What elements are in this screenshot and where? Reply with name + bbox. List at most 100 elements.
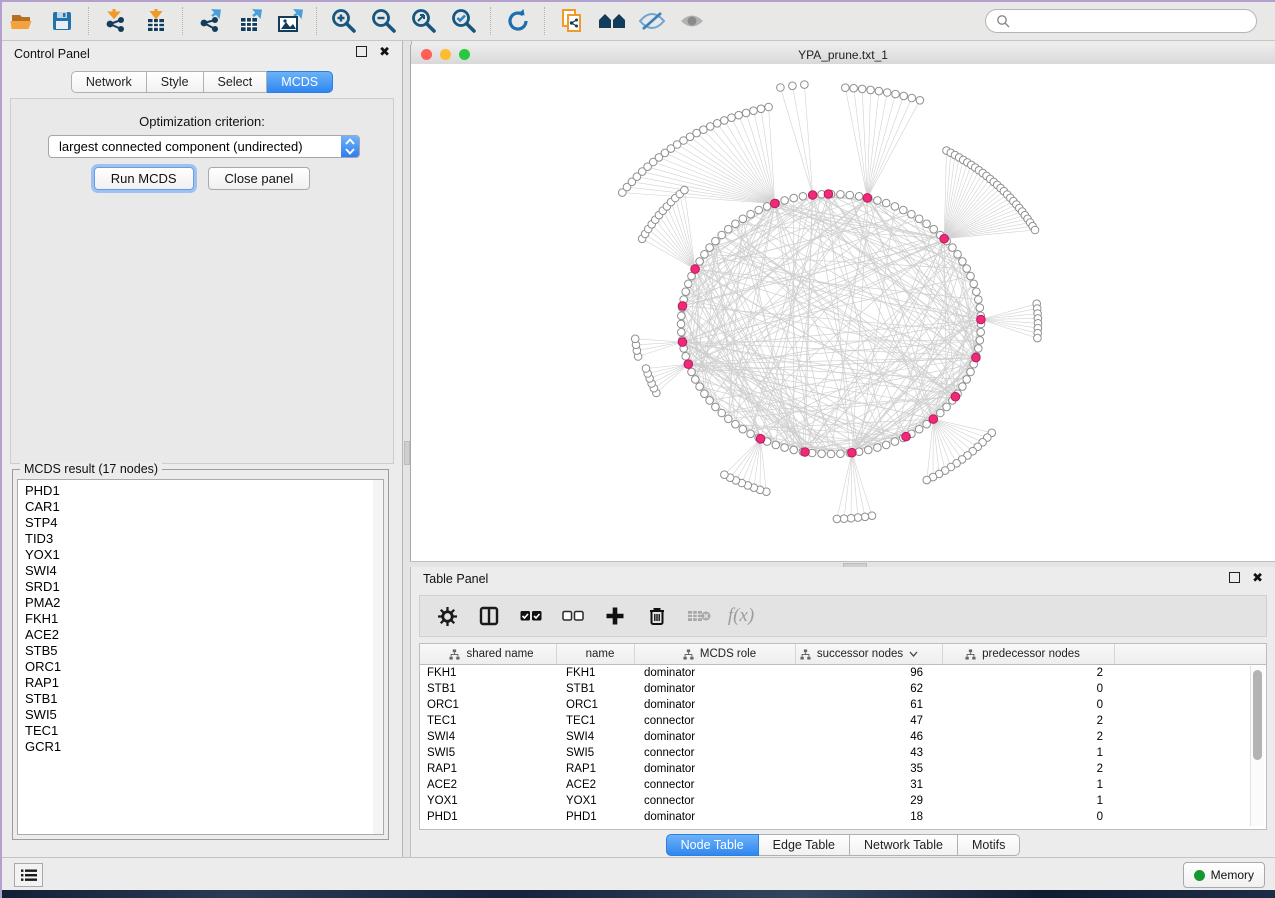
save-icon (50, 9, 74, 33)
apply-layout-button[interactable] (498, 5, 538, 37)
close-panel-icon[interactable]: ✖ (1252, 573, 1263, 582)
export-network-icon (196, 8, 224, 34)
export-table-icon (236, 8, 264, 34)
run-mcds-button[interactable]: Run MCDS (94, 167, 194, 190)
table-row[interactable]: STB1STB1dominator620 (420, 681, 1266, 697)
import-network-button[interactable] (96, 5, 136, 37)
table-cell: 46 (796, 731, 943, 743)
float-panel-icon[interactable] (1229, 572, 1240, 583)
zoom-fit-button[interactable] (404, 5, 444, 37)
table-cell: 2 (943, 715, 1115, 727)
table-cell: ACE2 (557, 779, 635, 791)
tab-select[interactable]: Select (204, 71, 268, 93)
add-column-button[interactable] (602, 601, 628, 631)
table-row[interactable]: SWI5SWI5connector431 (420, 745, 1266, 761)
export-image-button[interactable] (270, 5, 310, 37)
duplicate-network-icon (558, 7, 586, 35)
split-view-button[interactable] (476, 601, 502, 631)
zoom-in-button[interactable] (324, 5, 364, 37)
tab-mcds[interactable]: MCDS (267, 71, 333, 93)
table-tab-network-table[interactable]: Network Table (850, 834, 958, 856)
open-session-button[interactable] (2, 5, 42, 37)
show-all-button[interactable] (672, 5, 712, 37)
table-row[interactable]: SWI4SWI4dominator462 (420, 729, 1266, 745)
mcds-result-item[interactable]: STB1 (18, 691, 373, 707)
hide-selected-button[interactable] (632, 5, 672, 37)
mcds-result-item[interactable]: SWI4 (18, 563, 373, 579)
close-panel-icon[interactable]: ✖ (379, 47, 390, 56)
table-row[interactable]: ORC1ORC1dominator610 (420, 697, 1266, 713)
table-tab-motifs[interactable]: Motifs (958, 834, 1020, 856)
mcds-result-item[interactable]: PHD1 (18, 483, 373, 499)
mcds-result-item[interactable]: TID3 (18, 531, 373, 547)
table-cell: dominator (635, 667, 796, 679)
search-input[interactable] (1016, 13, 1246, 29)
column-header-MCDS-role[interactable]: MCDS role (635, 644, 796, 664)
mcds-result-item[interactable]: ORC1 (18, 659, 373, 675)
table-row[interactable]: FKH1FKH1dominator962 (420, 665, 1266, 681)
table-row[interactable]: PHD1PHD1dominator180 (420, 809, 1266, 825)
control-panel-tabs: NetworkStyleSelectMCDS (2, 71, 402, 93)
mcds-result-item[interactable]: YOX1 (18, 547, 373, 563)
column-header-predecessor-nodes[interactable]: predecessor nodes (943, 644, 1115, 664)
table-cell: FKH1 (420, 667, 557, 679)
scrollbar-thumb[interactable] (1253, 670, 1262, 760)
network-canvas[interactable] (411, 64, 1275, 561)
zoom-selected-icon (450, 7, 478, 35)
table-tab-node-table[interactable]: Node Table (666, 834, 759, 856)
show-panels-button[interactable] (14, 863, 43, 887)
zoom-out-button[interactable] (364, 5, 404, 37)
column-header-shared-name[interactable]: shared name (420, 644, 557, 664)
mcds-result-list: PHD1CAR1STP4TID3YOX1SWI4SRD1PMA2FKH1ACE2… (17, 479, 374, 835)
export-table-button[interactable] (230, 5, 270, 37)
mcds-result-item[interactable]: CAR1 (18, 499, 373, 515)
new-network-from-selection-button[interactable] (552, 5, 592, 37)
table-row[interactable]: ACE2ACE2connector311 (420, 777, 1266, 793)
save-session-button[interactable] (42, 5, 82, 37)
table-row[interactable]: TEC1TEC1connector472 (420, 713, 1266, 729)
delete-column-button[interactable] (644, 601, 670, 631)
export-image-icon (275, 8, 305, 34)
mcds-result-item[interactable]: GCR1 (18, 739, 373, 755)
export-network-button[interactable] (190, 5, 230, 37)
mcds-result-item[interactable]: SWI5 (18, 707, 373, 723)
mcds-result-item[interactable]: FKH1 (18, 611, 373, 627)
table-cell: YOX1 (557, 795, 635, 807)
main-toolbar (2, 2, 1275, 41)
criterion-label: Optimization criterion: (11, 114, 393, 129)
table-cell: 0 (943, 683, 1115, 695)
first-neighbors-button[interactable] (592, 5, 632, 37)
table-scrollbar[interactable] (1250, 666, 1264, 826)
mcds-result-item[interactable]: STP4 (18, 515, 373, 531)
mcds-result-item[interactable]: TEC1 (18, 723, 373, 739)
column-header-name[interactable]: name (557, 644, 635, 664)
network-titlebar: YPA_prune.txt_1 (411, 45, 1275, 65)
zoom-selected-button[interactable] (444, 5, 484, 37)
mcds-list-scrollbar[interactable] (373, 479, 384, 835)
mcds-result-item[interactable]: SRD1 (18, 579, 373, 595)
table-row[interactable]: YOX1YOX1connector291 (420, 793, 1266, 809)
criterion-select[interactable]: largest connected component (undirected) (48, 135, 360, 158)
mcds-result-title: MCDS result (17 nodes) (20, 462, 162, 476)
deselect-all-button[interactable] (560, 601, 586, 631)
table-cell: PHD1 (557, 811, 635, 823)
tab-network[interactable]: Network (71, 71, 147, 93)
mcds-result-item[interactable]: RAP1 (18, 675, 373, 691)
table-settings-button[interactable] (434, 601, 460, 631)
memory-button[interactable]: Memory (1183, 862, 1265, 888)
close-panel-button[interactable]: Close panel (208, 167, 311, 190)
select-all-button[interactable] (518, 601, 544, 631)
mcds-result-item[interactable]: PMA2 (18, 595, 373, 611)
table-cell: 47 (796, 715, 943, 727)
column-header-successor-nodes[interactable]: successor nodes (796, 644, 943, 664)
table-cell: 1 (943, 795, 1115, 807)
import-table-button[interactable] (136, 5, 176, 37)
network-graph[interactable] (411, 64, 1275, 561)
tab-style[interactable]: Style (147, 71, 204, 93)
mcds-result-item[interactable]: STB5 (18, 643, 373, 659)
table-row[interactable]: RAP1RAP1dominator352 (420, 761, 1266, 777)
table-tab-edge-table[interactable]: Edge Table (759, 834, 850, 856)
table-panel: Table Panel ✖ (410, 567, 1275, 858)
mcds-result-item[interactable]: ACE2 (18, 627, 373, 643)
float-panel-icon[interactable] (356, 46, 367, 57)
